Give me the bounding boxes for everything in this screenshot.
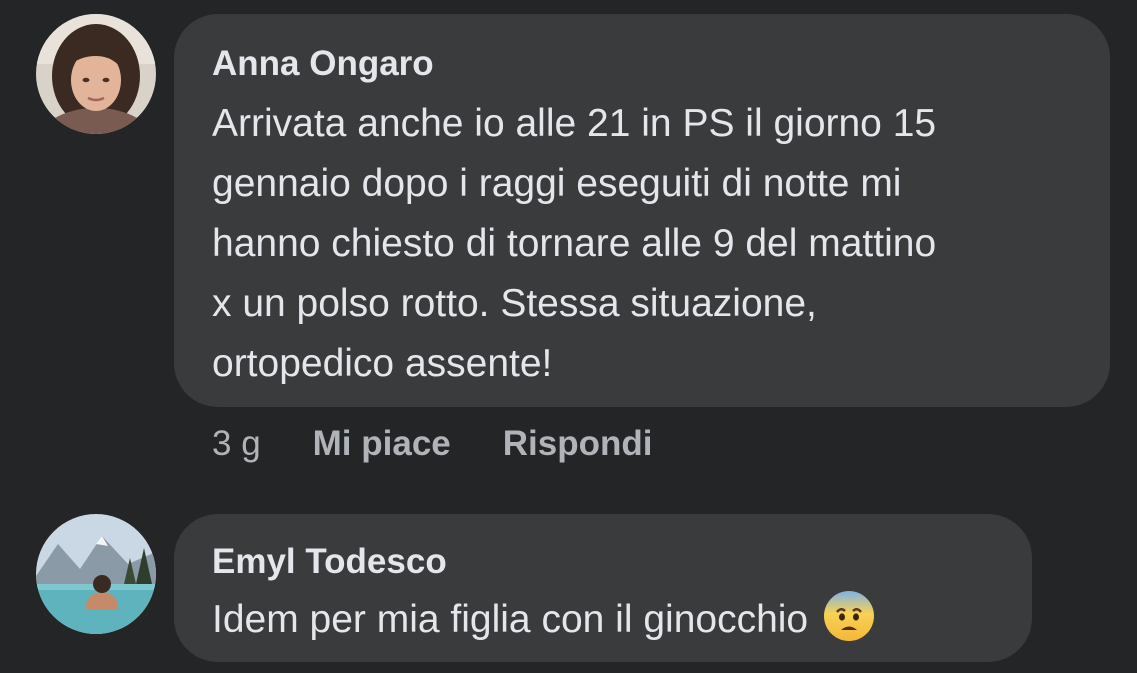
avatar[interactable] <box>36 14 156 134</box>
comment-text-line: hanno chiesto di tornare alle 9 del matt… <box>212 222 937 265</box>
comment-timestamp[interactable]: 3 g <box>212 424 261 464</box>
comment-text-line: Arrivata anche io alle 21 in PS il giorn… <box>212 102 937 145</box>
user-avatar-photo-icon <box>36 14 156 134</box>
comment-bubble: Emyl Todesco Idem per mia figlia con il … <box>174 514 1032 662</box>
like-button[interactable]: Mi piace <box>313 424 451 464</box>
comment-actions: 3 g Mi piace Rispondi <box>212 424 704 464</box>
user-avatar-photo-icon <box>36 514 156 634</box>
author-name[interactable]: Anna Ongaro <box>212 42 1110 86</box>
avatar[interactable] <box>36 514 156 634</box>
comment-text-line: gennaio dopo i raggi eseguiti di notte m… <box>212 162 902 205</box>
comment-text-line: x un polso rotto. Stessa situazione, <box>212 282 817 325</box>
anxious-face-with-sweat-icon <box>823 590 875 647</box>
comment-bubble: Anna Ongaro Arrivata anche io alle 21 in… <box>174 14 1110 407</box>
comment-text: Idem per mia figlia con il ginocchio <box>212 598 809 641</box>
author-name[interactable]: Emyl Todesco <box>212 540 1032 584</box>
comment-text-line: ortopedico assente! <box>212 342 553 385</box>
reply-button[interactable]: Rispondi <box>503 424 653 464</box>
